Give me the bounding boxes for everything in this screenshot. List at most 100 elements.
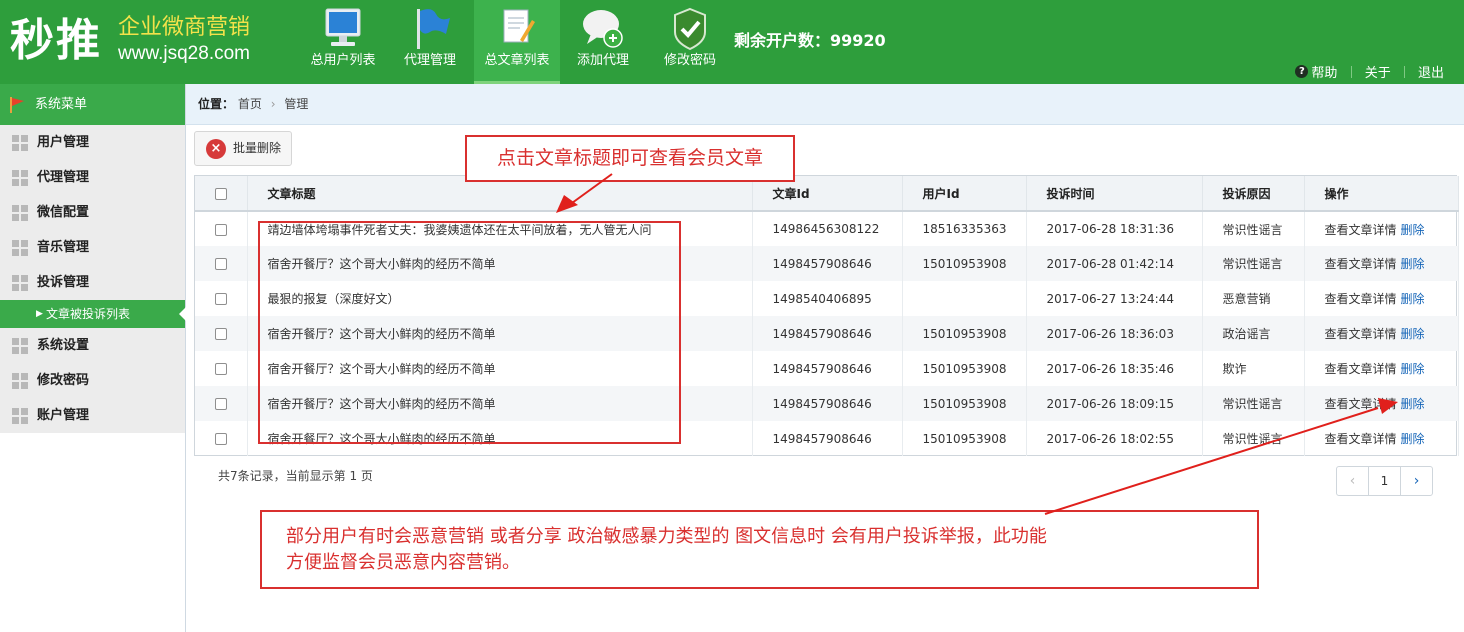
breadcrumb-prefix: 位置：: [198, 97, 235, 111]
chat-add-icon: [583, 10, 623, 48]
delete-link[interactable]: 删除: [1401, 223, 1425, 237]
sidebar-title: 系统菜单: [35, 97, 88, 112]
row-select-cell: [195, 386, 248, 421]
nav-agent-manage[interactable]: 代理管理: [395, 0, 465, 84]
row-checkbox[interactable]: [214, 328, 227, 340]
view-article-link[interactable]: 查看文章详情: [1325, 397, 1397, 411]
grid-icon: [12, 338, 28, 354]
row-checkbox[interactable]: [214, 363, 227, 375]
col-header-time[interactable]: 投诉时间: [1026, 176, 1203, 212]
nav-change-password[interactable]: 修改密码: [656, 0, 724, 84]
sidebar-item-music[interactable]: 音乐管理: [0, 230, 185, 265]
sidebar-item-label: 用户管理: [37, 135, 90, 150]
nav-label: 总文章列表: [484, 53, 550, 68]
breadcrumb-home[interactable]: 首页: [238, 97, 262, 111]
nav-user-list[interactable]: 总用户列表: [305, 0, 381, 84]
pagination: ‹ 1 ›: [1336, 466, 1433, 496]
logo-url: www.jsq28.com: [118, 43, 250, 64]
sidebar-subitem-label: 文章被投诉列表: [46, 307, 131, 321]
chevron-right-icon: ›: [270, 97, 276, 111]
col-header-user-id[interactable]: 用户Id: [902, 176, 1027, 212]
delete-link[interactable]: 删除: [1401, 432, 1425, 446]
sidebar-item-change-password[interactable]: 修改密码: [0, 363, 185, 398]
complaint-time-cell: 2017-06-26 18:09:15: [1026, 386, 1203, 421]
logout-link[interactable]: 退出: [1418, 62, 1444, 81]
top-header: 秒推 企业微商营销 www.jsq28.com 总用户列表 代理管理 总文章列表: [0, 0, 1464, 84]
sidebar-item-complaints[interactable]: 投诉管理: [0, 265, 185, 300]
complaint-reason-cell: 常识性谣言: [1202, 386, 1305, 421]
article-id-cell: 1498457908646: [752, 386, 903, 421]
row-checkbox[interactable]: [214, 398, 227, 410]
grid-icon: [12, 240, 28, 256]
row-checkbox[interactable]: [214, 433, 227, 445]
divider: [1350, 65, 1352, 78]
annotation-bottom: 部分用户有时会恶意营销 或者分享 政治敏感暴力类型的 图文信息时 会有用户投诉举…: [260, 510, 1259, 589]
view-article-link[interactable]: 查看文章详情: [1325, 432, 1397, 446]
batch-delete-button[interactable]: × 批量删除: [194, 131, 292, 166]
view-article-link[interactable]: 查看文章详情: [1325, 292, 1397, 306]
row-checkbox[interactable]: [214, 223, 227, 236]
sidebar-item-system-settings[interactable]: 系统设置: [0, 328, 185, 363]
sidebar-item-users[interactable]: 用户管理: [0, 125, 185, 160]
delete-link[interactable]: 删除: [1401, 292, 1425, 306]
sidebar-item-wechat-config[interactable]: 微信配置: [0, 195, 185, 230]
annotation-line: 方便监督会员恶意内容营销。: [286, 552, 520, 573]
row-select-cell: [195, 211, 248, 246]
article-id-cell: 1498457908646: [752, 351, 903, 386]
divider: [1403, 65, 1405, 78]
active-pointer: [179, 307, 186, 321]
row-select-cell: [195, 351, 248, 386]
sidebar-item-label: 音乐管理: [37, 240, 90, 255]
view-article-link[interactable]: 查看文章详情: [1325, 362, 1397, 376]
actions-cell: 查看文章详情 删除: [1304, 316, 1459, 351]
complaint-reason-cell: 常识性谣言: [1202, 246, 1305, 281]
grid-icon: [12, 408, 28, 424]
row-select-cell: [195, 246, 248, 281]
page-number-button[interactable]: 1: [1369, 467, 1401, 495]
sidebar-item-account[interactable]: 账户管理: [0, 398, 185, 433]
complaint-time-cell: 2017-06-28 18:31:36: [1026, 211, 1203, 246]
caret-right-icon: ▶: [36, 309, 43, 319]
sidebar-subitem-complained-articles[interactable]: ▶ 文章被投诉列表: [0, 300, 186, 328]
delete-link[interactable]: 删除: [1401, 257, 1425, 271]
grid-icon: [12, 205, 28, 221]
delete-link[interactable]: 删除: [1401, 397, 1425, 411]
view-article-link[interactable]: 查看文章详情: [1325, 223, 1397, 237]
document-icon: [503, 9, 535, 43]
table-header-row: 文章标题 文章Id 用户Id 投诉时间 投诉原因 操作: [195, 176, 1459, 212]
complaint-time-cell: 2017-06-28 01:42:14: [1026, 246, 1203, 281]
select-all-checkbox[interactable]: [214, 187, 227, 200]
nav-add-agent[interactable]: 添加代理: [570, 0, 636, 84]
user-id-cell: 15010953908: [902, 316, 1027, 351]
row-select-cell: [195, 421, 248, 456]
about-link[interactable]: 关于: [1365, 62, 1391, 81]
row-checkbox[interactable]: [214, 293, 227, 305]
actions-cell: 查看文章详情 删除: [1304, 421, 1459, 456]
complaint-time-cell: 2017-06-26 18:36:03: [1026, 316, 1203, 351]
delete-link[interactable]: 删除: [1401, 327, 1425, 341]
nav-label: 修改密码: [663, 53, 716, 68]
help-link[interactable]: 帮助: [1311, 62, 1337, 81]
complaint-time-cell: 2017-06-27 13:24:44: [1026, 281, 1203, 316]
logo-main: 秒推: [10, 15, 102, 66]
actions-cell: 查看文章详情 删除: [1304, 386, 1459, 421]
col-header-actions: 操作: [1304, 176, 1459, 212]
grid-icon: [12, 170, 28, 186]
prev-page-button[interactable]: ‹: [1337, 467, 1369, 495]
actions-cell: 查看文章详情 删除: [1304, 351, 1459, 386]
article-id-cell: 1498457908646: [752, 246, 903, 281]
sidebar-item-label: 微信配置: [37, 205, 90, 220]
nav-article-list[interactable]: 总文章列表: [474, 0, 560, 84]
col-header-reason[interactable]: 投诉原因: [1202, 176, 1305, 212]
sidebar-item-agents[interactable]: 代理管理: [0, 160, 185, 195]
complaint-time-cell: 2017-06-26 18:02:55: [1026, 421, 1203, 456]
sidebar: 系统菜单 用户管理 代理管理 微信配置 音乐管理 投诉管理 ▶ 文章被投诉列表: [0, 84, 186, 632]
view-article-link[interactable]: 查看文章详情: [1325, 257, 1397, 271]
next-page-button[interactable]: ›: [1401, 467, 1432, 495]
delete-link[interactable]: 删除: [1401, 362, 1425, 376]
sidebar-item-label: 系统设置: [37, 338, 90, 353]
sidebar-menu: 用户管理 代理管理 微信配置 音乐管理 投诉管理 ▶ 文章被投诉列表 系统设置: [0, 125, 186, 433]
view-article-link[interactable]: 查看文章详情: [1325, 327, 1397, 341]
grid-icon: [12, 135, 28, 151]
row-checkbox[interactable]: [214, 258, 227, 270]
